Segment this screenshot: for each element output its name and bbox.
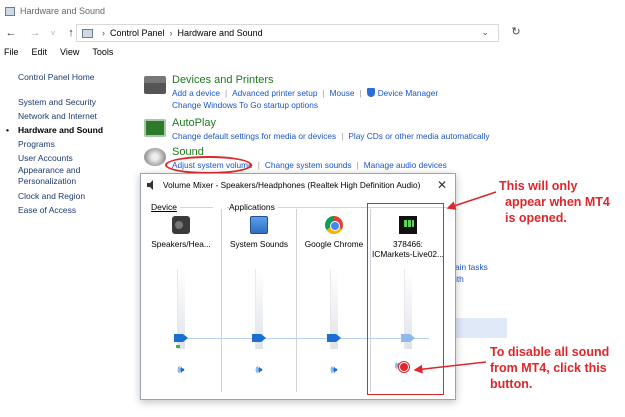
arrow-bottom — [413, 361, 487, 374]
annotation-arrows — [413, 191, 497, 374]
arrow-top — [446, 191, 497, 210]
